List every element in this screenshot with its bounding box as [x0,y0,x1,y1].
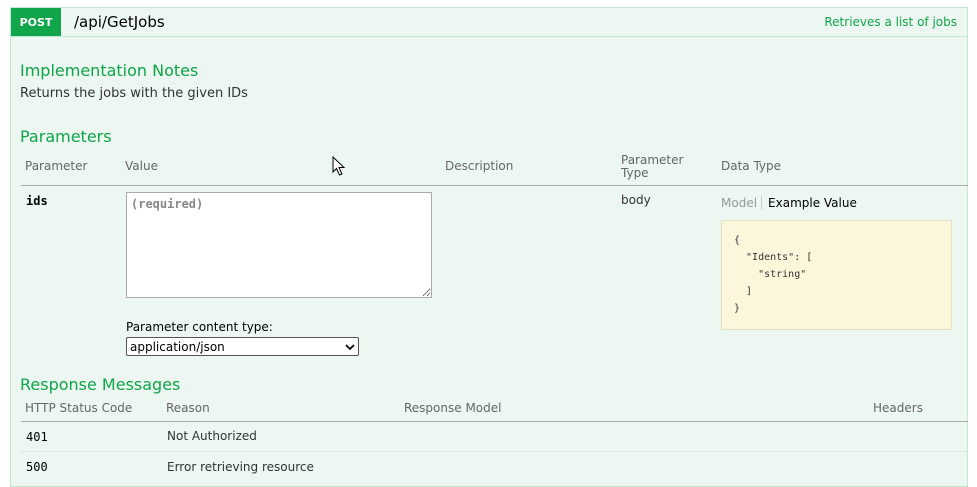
response-reason: Not Authorized [167,429,257,443]
response-code: 500 [26,460,48,474]
response-reason: Error retrieving resource [167,460,314,474]
col-description: Description [445,159,514,173]
chevron-down-icon [345,343,355,350]
col-data-type: Data Type [721,159,782,173]
col-headers: Headers [873,401,923,415]
content-type-label: Parameter content type: [126,320,273,334]
implementation-notes-text: Returns the jobs with the given IDs [20,86,248,101]
col-parameter: Parameter [25,159,88,173]
col-value: Value [125,159,158,173]
tab-model[interactable]: Model [721,196,763,210]
parameters-header-rule [21,185,968,186]
response-row-divider [21,451,968,452]
col-parameter-type-line2: Type [621,166,649,180]
data-type-tabs: Model Example Value [721,196,857,210]
operation-summary[interactable]: Retrieves a list of jobs [824,15,957,29]
content-type-value: application/json [130,339,225,354]
content-type-select[interactable]: application/json [126,337,359,356]
param-type: body [621,193,651,207]
operation-header[interactable]: POST /api/GetJobs Retrieves a list of jo… [11,8,967,37]
mouse-pointer-icon [332,156,346,176]
param-name-ids: ids [26,194,48,208]
col-http-status-code: HTTP Status Code [25,401,133,415]
col-reason: Reason [166,401,210,415]
operation-panel: POST /api/GetJobs Retrieves a list of jo… [10,7,968,487]
response-code: 401 [26,430,48,444]
tab-example-value[interactable]: Example Value [762,196,857,210]
col-parameter-type: Parameter Type [621,154,683,180]
parameters-heading: Parameters [20,127,112,146]
param-value-textarea[interactable] [126,192,432,298]
implementation-notes-heading: Implementation Notes [20,61,199,80]
responses-header-rule [21,421,968,422]
response-messages-heading: Response Messages [20,375,181,394]
example-value-box[interactable]: { "Idents": [ "string" ] } [721,220,952,330]
http-method-badge[interactable]: POST [11,8,61,36]
col-response-model: Response Model [404,401,502,415]
endpoint-path[interactable]: /api/GetJobs [74,13,165,31]
